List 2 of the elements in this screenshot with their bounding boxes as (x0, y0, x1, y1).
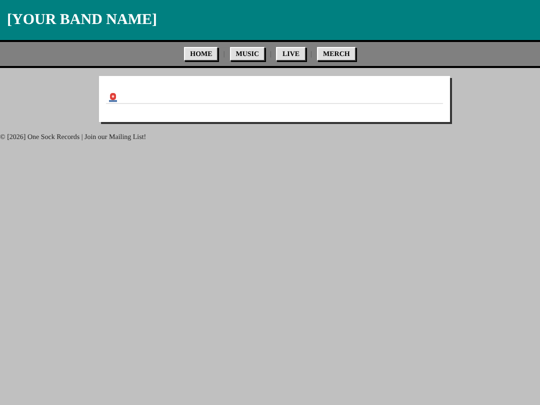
siren-icon (108, 92, 118, 102)
band-title: [YOUR BAND NAME] (7, 10, 157, 30)
